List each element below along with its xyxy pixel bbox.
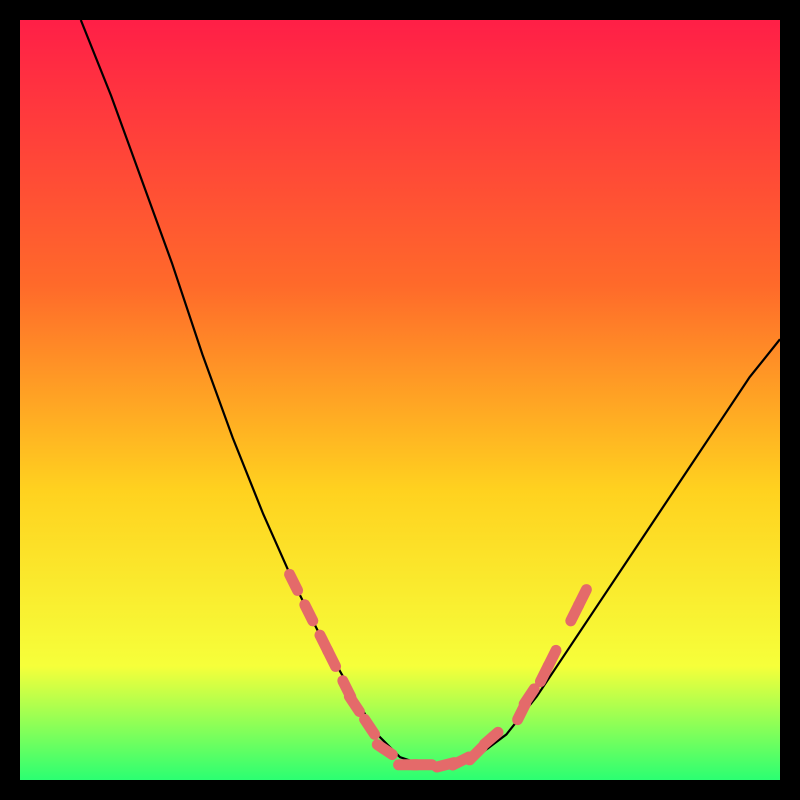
curve-marker [305, 605, 313, 621]
chart-frame: TheBottleneck.com [20, 20, 780, 780]
gradient-background [20, 20, 780, 780]
curve-marker [548, 650, 556, 666]
curve-marker [578, 590, 586, 606]
bottleneck-chart [20, 20, 780, 780]
curve-marker [290, 574, 298, 590]
curve-marker [328, 650, 336, 666]
